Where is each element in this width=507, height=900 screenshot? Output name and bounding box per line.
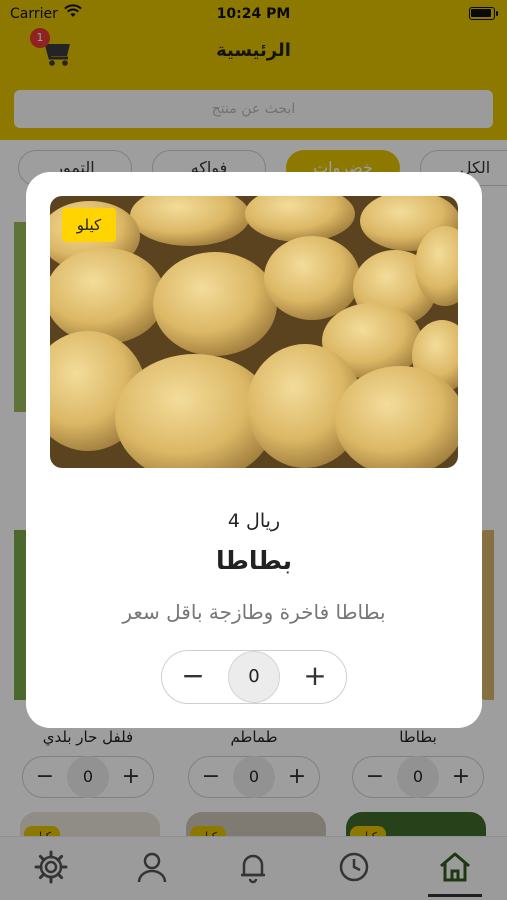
product-price: 4 ريال — [227, 510, 281, 532]
product-detail-modal: كيلو 4 ريال بطاطا بطاطا فاخرة وطازجة باق… — [26, 172, 482, 728]
unit-tag: كيلو — [62, 208, 116, 242]
quantity-value: 0 — [228, 651, 280, 703]
decrement-button[interactable]: − — [168, 651, 218, 703]
quantity-stepper: − 0 + — [161, 650, 347, 704]
product-name: بطاطا — [215, 546, 293, 575]
increment-button[interactable]: + — [290, 651, 340, 703]
product-description: بطاطا فاخرة وطازجة باقل سعر — [122, 600, 386, 624]
